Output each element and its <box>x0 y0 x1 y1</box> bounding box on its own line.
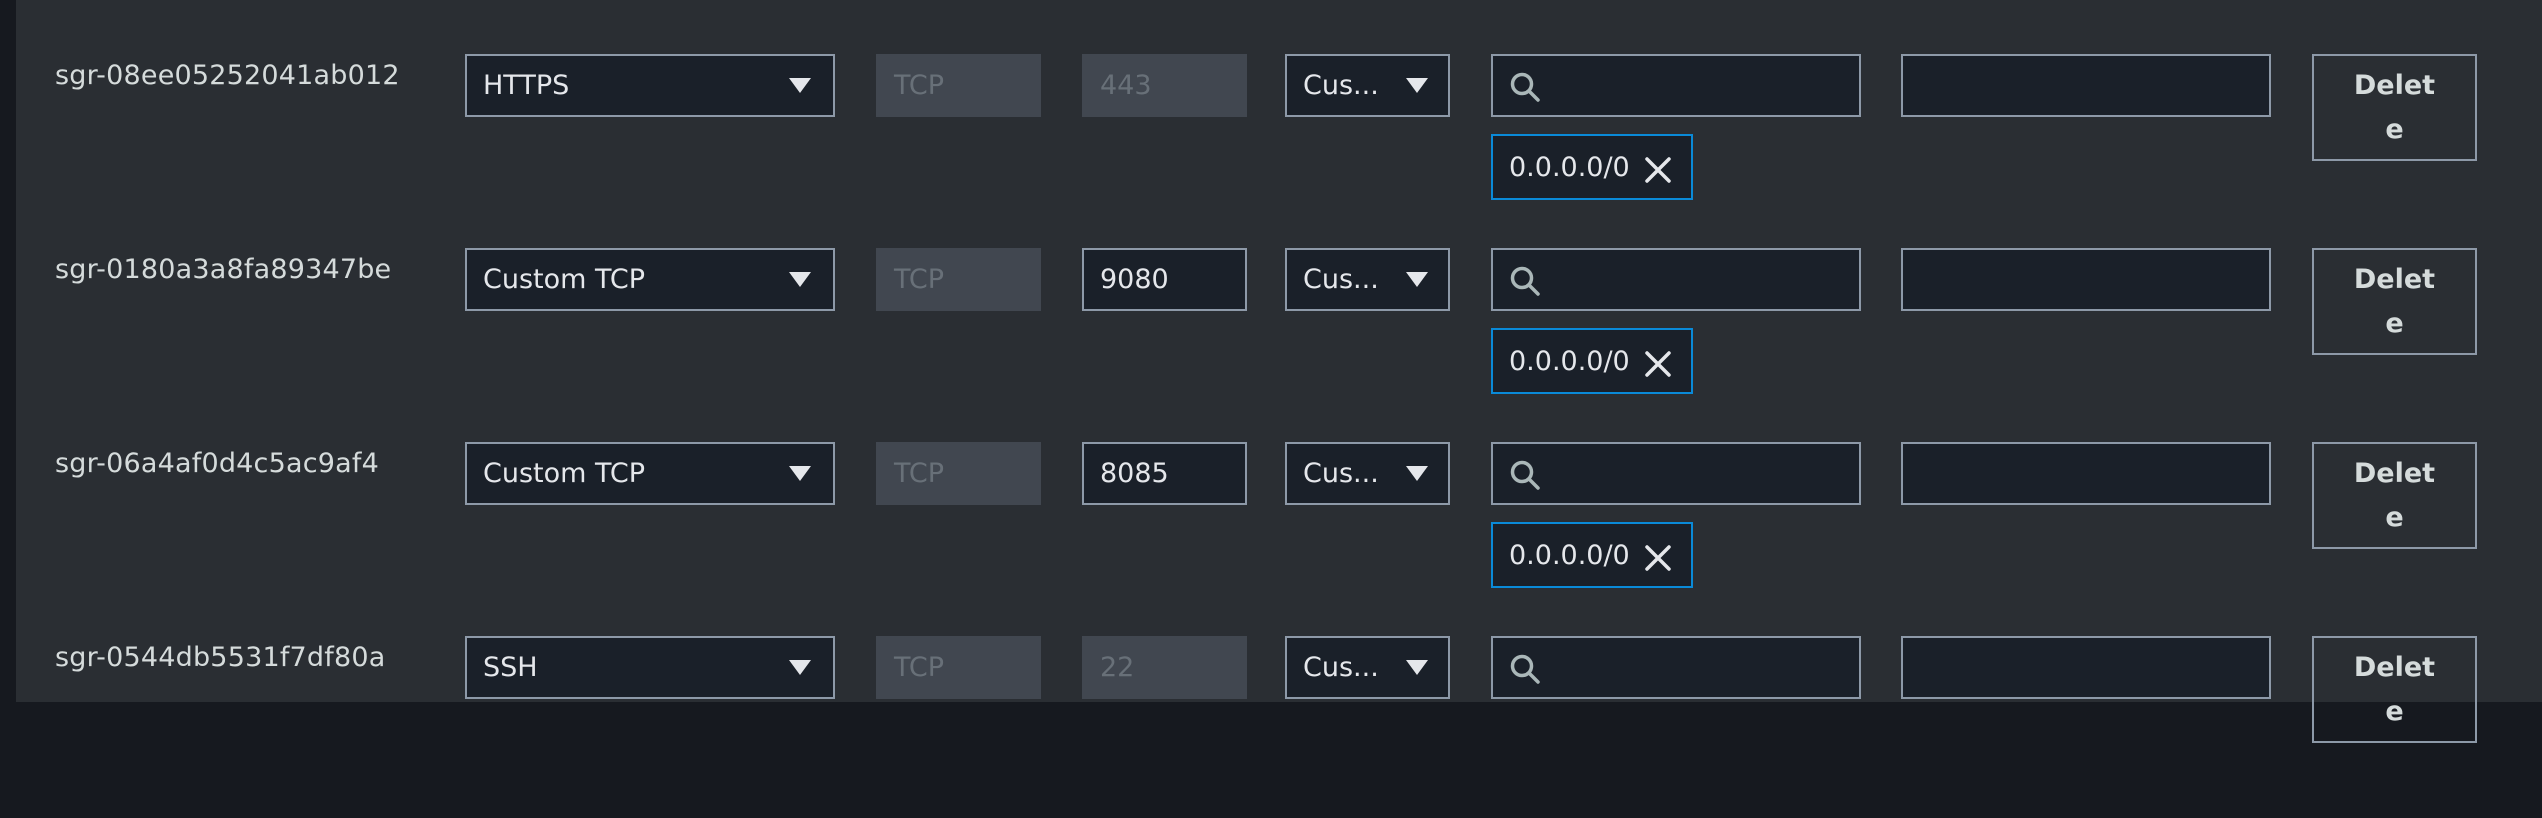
delete-label: Delete <box>2353 457 2436 533</box>
inbound-rules-panel: sgr-08ee05252041ab012 HTTPS TCP 443 Cus.… <box>16 0 2542 743</box>
cidr-search-input[interactable] <box>1491 248 1861 311</box>
port-range-input[interactable]: 8085 <box>1082 442 1247 505</box>
source-select[interactable]: Cus... <box>1285 442 1450 505</box>
source-select[interactable]: Cus... <box>1285 636 1450 699</box>
port-range-input[interactable]: 9080 <box>1082 248 1247 311</box>
caret-down-icon <box>789 272 811 287</box>
description-input[interactable] <box>1901 248 2271 311</box>
rule-id: sgr-0180a3a8fa89347be <box>55 254 392 285</box>
source-value: Cus... <box>1303 70 1379 101</box>
protocol-field: TCP <box>876 54 1041 117</box>
delete-label: Delete <box>2353 263 2436 339</box>
source-value: Cus... <box>1303 652 1379 683</box>
source-value: Cus... <box>1303 264 1379 295</box>
type-select[interactable]: Custom TCP <box>465 442 835 505</box>
type-select[interactable]: Custom TCP <box>465 248 835 311</box>
delete-button[interactable]: Delete <box>2312 442 2477 549</box>
caret-down-icon <box>789 660 811 675</box>
type-value: SSH <box>483 652 538 683</box>
type-select[interactable]: HTTPS <box>465 54 835 117</box>
cidr-token: 0.0.0.0/0 <box>1491 522 1693 588</box>
cidr-token-label: 0.0.0.0/0 <box>1509 539 1630 571</box>
rule-row: sgr-08ee05252041ab012 HTTPS TCP 443 Cus.… <box>16 42 2542 236</box>
cidr-token-label: 0.0.0.0/0 <box>1509 151 1630 183</box>
cidr-search-input[interactable] <box>1491 636 1861 699</box>
rule-row: sgr-0180a3a8fa89347be Custom TCP TCP 908… <box>16 236 2542 430</box>
rule-id: sgr-08ee05252041ab012 <box>55 60 400 91</box>
type-value: Custom TCP <box>483 264 646 295</box>
description-input[interactable] <box>1901 442 2271 505</box>
description-input[interactable] <box>1901 54 2271 117</box>
port-range-field: 22 <box>1082 636 1247 699</box>
delete-button[interactable]: Delete <box>2312 636 2477 743</box>
source-select[interactable]: Cus... <box>1285 248 1450 311</box>
close-icon[interactable] <box>1643 349 1673 379</box>
rule-id: sgr-06a4af0d4c5ac9af4 <box>55 448 379 479</box>
delete-button[interactable]: Delete <box>2312 54 2477 161</box>
caret-down-icon <box>789 78 811 93</box>
caret-down-icon <box>789 466 811 481</box>
type-value: HTTPS <box>483 70 570 101</box>
type-value: Custom TCP <box>483 458 646 489</box>
caret-down-icon <box>1406 660 1428 675</box>
rule-row: sgr-0544db5531f7df80a SSH TCP 22 Cus... … <box>16 624 2542 818</box>
close-icon[interactable] <box>1643 155 1673 185</box>
cidr-token-label: 0.0.0.0/0 <box>1509 345 1630 377</box>
description-input[interactable] <box>1901 636 2271 699</box>
protocol-field: TCP <box>876 248 1041 311</box>
rule-row: sgr-06a4af0d4c5ac9af4 Custom TCP TCP 808… <box>16 430 2542 624</box>
caret-down-icon <box>1406 78 1428 93</box>
protocol-field: TCP <box>876 636 1041 699</box>
protocol-field: TCP <box>876 442 1041 505</box>
source-select[interactable]: Cus... <box>1285 54 1450 117</box>
caret-down-icon <box>1406 272 1428 287</box>
cidr-search-input[interactable] <box>1491 54 1861 117</box>
cidr-token: 0.0.0.0/0 <box>1491 134 1693 200</box>
caret-down-icon <box>1406 466 1428 481</box>
type-select[interactable]: SSH <box>465 636 835 699</box>
port-range-field: 443 <box>1082 54 1247 117</box>
delete-label: Delete <box>2353 69 2436 145</box>
search-icon <box>1510 460 1540 490</box>
cidr-token: 0.0.0.0/0 <box>1491 328 1693 394</box>
search-icon <box>1510 654 1540 684</box>
search-icon <box>1510 72 1540 102</box>
delete-label: Delete <box>2353 651 2436 727</box>
cidr-search-input[interactable] <box>1491 442 1861 505</box>
close-icon[interactable] <box>1643 543 1673 573</box>
search-icon <box>1510 266 1540 296</box>
delete-button[interactable]: Delete <box>2312 248 2477 355</box>
rule-id: sgr-0544db5531f7df80a <box>55 642 386 673</box>
source-value: Cus... <box>1303 458 1379 489</box>
